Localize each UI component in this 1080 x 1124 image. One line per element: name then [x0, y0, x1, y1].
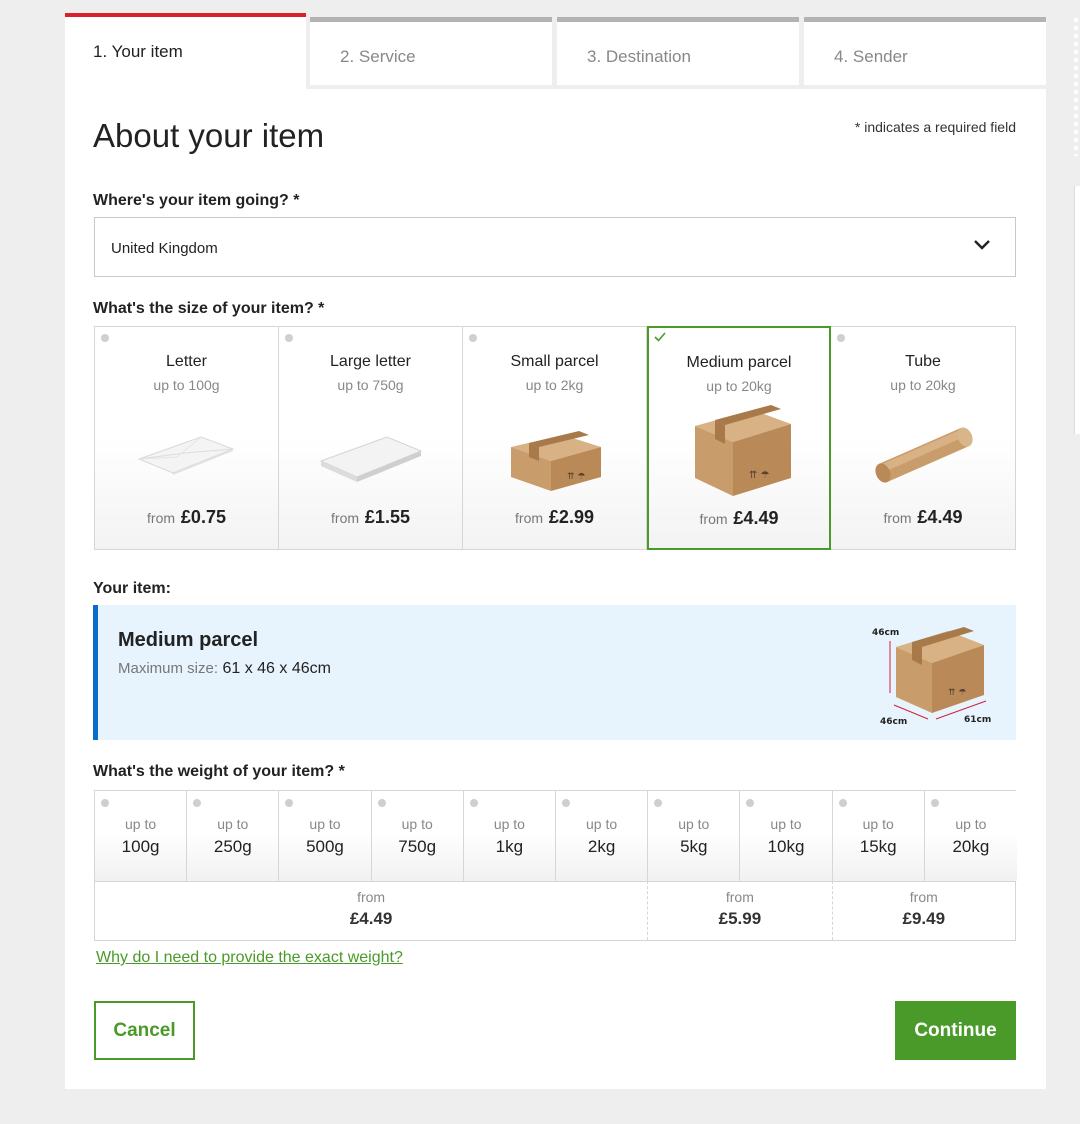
radio-dot	[285, 799, 294, 807]
size-limit: up to 750g	[337, 377, 404, 393]
size-label: What's the size of your item? *	[93, 300, 325, 317]
svg-text:⇈ ☂: ⇈ ☂	[749, 470, 770, 481]
weight-option-2kg[interactable]: up to 2kg	[556, 791, 649, 881]
weight-price-band: from £5.99	[648, 881, 833, 940]
weight-option-1kg[interactable]: up to 1kg	[463, 791, 556, 881]
destination-select[interactable]: United Kingdom	[94, 217, 1016, 277]
page-title: About your item	[93, 117, 325, 154]
edge-side-panel	[1074, 186, 1080, 434]
weight-option-500g[interactable]: up to 500g	[279, 791, 372, 881]
weight-option-750g[interactable]: up to 750g	[371, 791, 464, 881]
size-limit: up to 100g	[153, 377, 220, 393]
radio-dot	[469, 334, 477, 342]
weight-price-band: from £9.49	[832, 881, 1015, 940]
selected-item-max-size: Maximum size: 61 x 46 x 46cm	[118, 660, 331, 677]
continue-button[interactable]: Continue	[895, 1001, 1016, 1060]
size-limit: up to 20kg	[706, 378, 772, 394]
size-name: Medium parcel	[686, 354, 792, 371]
weight-option-10kg[interactable]: up to 10kg	[740, 791, 833, 881]
selected-item-summary: Medium parcel Maximum size: 61 x 46 x 46…	[93, 605, 1016, 740]
weight-option-250g[interactable]: up to 250g	[187, 791, 280, 881]
weight-price-band: from £4.49	[95, 881, 649, 940]
required-note: * indicates a required field	[854, 119, 1016, 135]
svg-text:⇈ ☂: ⇈ ☂	[948, 688, 966, 698]
radio-dot	[838, 799, 847, 807]
size-option-medium-parcel[interactable]: Medium parcel up to 20kg ⇈ ☂ from £4.49	[647, 326, 831, 550]
cancel-button[interactable]: Cancel	[94, 1001, 195, 1060]
small-parcel-box-icon: ⇈ ☂	[511, 431, 601, 491]
radio-dot	[837, 334, 845, 342]
svg-text:61cm: 61cm	[964, 715, 991, 725]
radio-dot	[377, 799, 386, 807]
size-name: Letter	[166, 353, 207, 370]
step-sender: 4. Sender	[804, 17, 1046, 85]
size-limit: up to 2kg	[525, 377, 584, 393]
why-exact-weight-link[interactable]: Why do I need to provide the exact weigh…	[96, 949, 403, 967]
radio-dot	[101, 334, 109, 342]
size-price: from £4.49	[699, 508, 779, 528]
checkmark-icon	[654, 332, 666, 342]
size-price: from £2.99	[515, 507, 594, 527]
weight-options: up to 100g up to 250g up to 500g up to 750g …	[94, 790, 1017, 941]
edge-decoration	[1072, 16, 1080, 156]
size-options: Letter up to 100g from £0.75 Large lette…	[94, 326, 1016, 550]
weight-option-100g[interactable]: up to 100g	[95, 791, 188, 881]
step-destination: 3. Destination	[557, 17, 799, 85]
destination-value: United Kingdom	[111, 240, 218, 257]
size-limit: up to 20kg	[890, 377, 956, 393]
svg-text:⇈ ☂: ⇈ ☂	[567, 472, 585, 482]
radio-dot	[562, 799, 570, 807]
step-your-item[interactable]: 1. Your item	[65, 13, 306, 91]
weight-option-20kg[interactable]: up to 20kg	[924, 791, 1017, 881]
destination-label: Where's your item going? *	[93, 192, 300, 209]
radio-dot	[746, 799, 755, 807]
parcel-dimensions-diagram: ⇈ ☂ 46cm 46cm 61cm	[872, 627, 991, 725]
letter-envelope-icon	[137, 436, 235, 475]
step-service: 2. Service	[310, 17, 552, 85]
progress-steps: 1. Your item 2. Service 3. Destination 4…	[65, 13, 1046, 91]
radio-dot	[654, 799, 663, 807]
weight-option-15kg[interactable]: up to 15kg	[832, 791, 925, 881]
size-option-large-letter[interactable]: Large letter up to 750g from £1.55	[279, 327, 463, 549]
large-letter-icon	[319, 436, 423, 482]
size-price: from £0.75	[147, 507, 226, 527]
radio-dot	[930, 799, 939, 807]
size-option-tube[interactable]: Tube up to 20kg from £4.49	[831, 327, 1015, 549]
radio-dot	[469, 799, 478, 807]
size-price: from £1.55	[331, 507, 410, 527]
your-item-label: Your item:	[93, 580, 171, 597]
size-name: Tube	[905, 353, 941, 370]
selected-item-name: Medium parcel	[118, 629, 259, 651]
form-panel: About your item * indicates a required f…	[65, 89, 1046, 1089]
svg-text:46cm: 46cm	[880, 717, 907, 725]
radio-dot	[101, 799, 109, 807]
tube-icon	[875, 427, 973, 483]
radio-dot	[193, 799, 202, 807]
medium-parcel-box-icon: ⇈ ☂	[695, 405, 791, 496]
size-option-small-parcel[interactable]: Small parcel up to 2kg ⇈ ☂ from £2.99	[463, 327, 647, 549]
size-name: Large letter	[330, 353, 411, 370]
chevron-down-icon	[974, 240, 990, 250]
weight-label: What's the weight of your item? *	[93, 763, 345, 780]
svg-text:46cm: 46cm	[872, 628, 899, 638]
size-name: Small parcel	[510, 353, 599, 370]
size-option-letter[interactable]: Letter up to 100g from £0.75	[95, 327, 279, 549]
radio-dot	[285, 334, 293, 342]
weight-option-5kg[interactable]: up to 5kg	[648, 791, 741, 881]
size-price: from £4.49	[883, 507, 963, 527]
